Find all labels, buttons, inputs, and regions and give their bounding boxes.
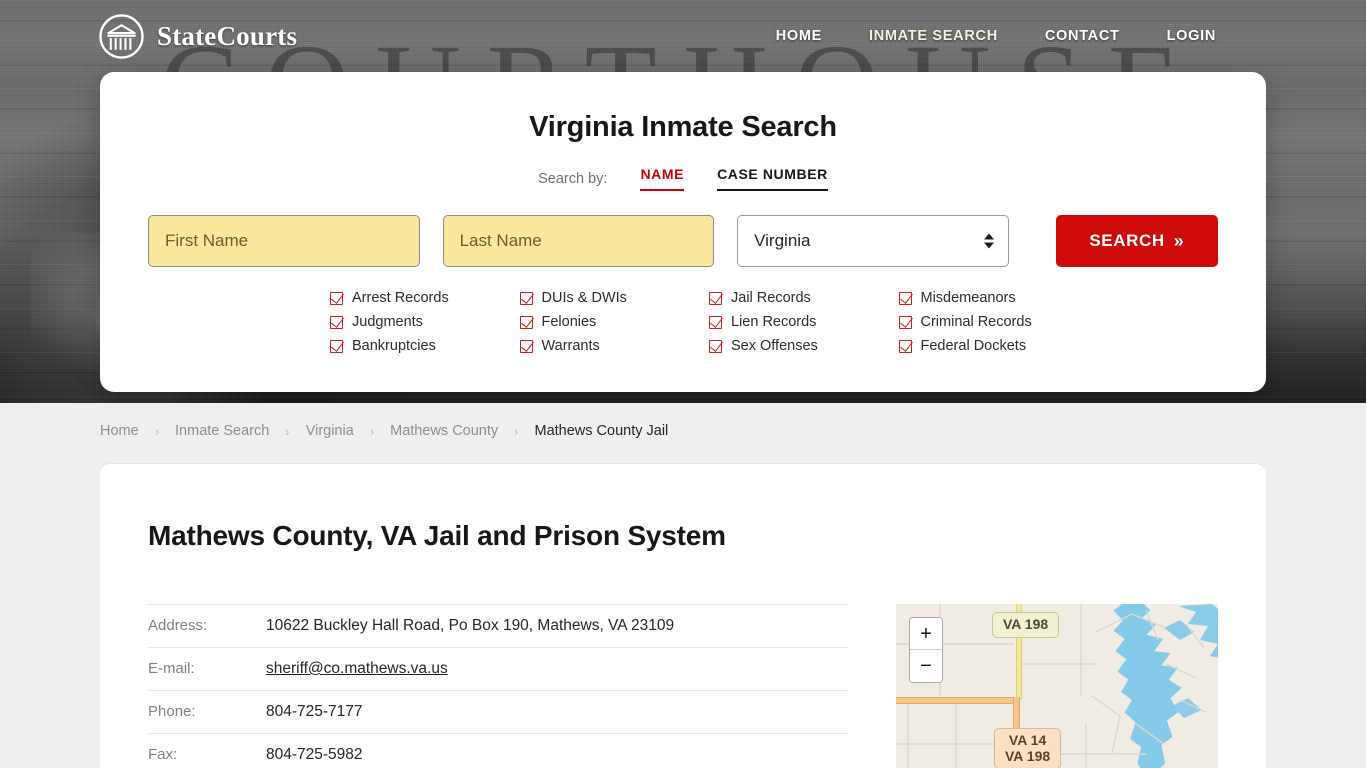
- map-zoom-controls: + −: [909, 617, 943, 683]
- chevron-right-icon: ›: [514, 423, 519, 439]
- breadcrumb: Home › Inmate Search › Virginia › Mathew…: [0, 403, 1366, 459]
- search-by-label: Search by:: [538, 170, 608, 187]
- checkbox-checked-icon: [898, 291, 912, 305]
- map-zoom-out-button[interactable]: −: [910, 650, 942, 682]
- record-type-criminal-records[interactable]: Criminal Records: [898, 314, 1089, 330]
- info-label-fax: Fax:: [148, 746, 178, 763]
- record-type-label: DUIs & DWIs: [541, 290, 627, 306]
- record-type-lien-records[interactable]: Lien Records: [709, 314, 899, 330]
- nav-item-contact[interactable]: CONTACT: [1045, 28, 1120, 44]
- chevron-right-icon: ›: [370, 423, 374, 439]
- info-value-fax: 804-725-5982: [266, 746, 363, 763]
- table-row: Phone: 804-725-7177: [148, 691, 848, 734]
- record-type-label: Felonies: [541, 314, 597, 330]
- record-type-label: Warrants: [541, 338, 600, 354]
- nav-item-inmate-search[interactable]: INMATE SEARCH: [869, 28, 998, 44]
- record-type-arrest-records[interactable]: Arrest Records: [330, 290, 520, 306]
- inmate-search-card: Virginia Inmate Search Search by: NAME C…: [100, 72, 1266, 392]
- page-title: Mathews County, VA Jail and Prison Syste…: [148, 520, 726, 551]
- facility-details-row: Address: 10622 Buckley Hall Road, Po Box…: [148, 604, 1218, 768]
- record-type-jail-records[interactable]: Jail Records: [709, 290, 899, 306]
- info-value-phone: 804-725-7177: [266, 703, 363, 720]
- info-label-phone: Phone:: [148, 703, 196, 720]
- nav-item-login[interactable]: LOGIN: [1167, 28, 1216, 44]
- breadcrumb-item-virginia[interactable]: Virginia: [306, 423, 354, 439]
- table-row: Fax: 804-725-5982: [148, 734, 848, 768]
- record-type-label: Lien Records: [731, 314, 817, 330]
- record-type-label: Judgments: [352, 314, 423, 330]
- checkbox-checked-icon: [898, 315, 912, 329]
- map-label-line1: VA 14: [1008, 732, 1047, 748]
- chevron-right-icon: ›: [285, 423, 290, 439]
- table-row: Address: 10622 Buckley Hall Road, Po Box…: [148, 604, 848, 648]
- record-type-duis-dwis[interactable]: DUIs & DWIs: [519, 290, 710, 306]
- checkbox-checked-icon: [519, 315, 533, 329]
- checkbox-checked-icon: [709, 315, 722, 329]
- breadcrumb-item-current: Mathews County Jail: [534, 423, 669, 439]
- search-submit-button[interactable]: SEARCH »: [1055, 215, 1218, 267]
- record-type-checklist: Arrest Records DUIs & DWIs Jail Records …: [148, 290, 1218, 354]
- record-type-label: Arrest Records: [352, 290, 449, 306]
- table-row: E-mail: sheriff@co.mathews.va.us: [148, 648, 848, 691]
- info-value-address: 10622 Buckley Hall Road, Po Box 190, Mat…: [266, 617, 675, 634]
- location-map[interactable]: VA 198 VA 14 VA 198 + −: [896, 604, 1218, 768]
- state-select[interactable]: Virginia: [737, 215, 1009, 267]
- state-select-value: Virginia: [754, 231, 811, 250]
- top-bar: StateCourts HOME INMATE SEARCH CONTACT L…: [0, 0, 1366, 72]
- content-card: Mathews County, VA Jail and Prison Syste…: [100, 464, 1266, 768]
- breadcrumb-item-home[interactable]: Home: [100, 423, 139, 439]
- map-label-va-198: VA 198: [992, 612, 1060, 638]
- tab-search-by-name[interactable]: NAME: [640, 166, 685, 191]
- map-label-va-14-198: VA 14 VA 198: [994, 728, 1062, 768]
- breadcrumb-item-mathews-county[interactable]: Mathews County: [390, 423, 498, 439]
- chevron-updown-icon: [983, 233, 994, 249]
- record-type-label: Federal Dockets: [920, 338, 1027, 354]
- checkbox-checked-icon: [330, 291, 343, 305]
- checkbox-checked-icon: [898, 339, 912, 353]
- tab-search-by-case-number[interactable]: CASE NUMBER: [717, 166, 828, 191]
- record-type-label: Sex Offenses: [731, 338, 818, 354]
- breadcrumb-item-inmate-search[interactable]: Inmate Search: [175, 423, 269, 439]
- search-card-title: Virginia Inmate Search: [529, 111, 837, 143]
- record-type-warrants[interactable]: Warrants: [519, 338, 710, 354]
- record-type-misdemeanors[interactable]: Misdemeanors: [898, 290, 1089, 306]
- map-route-va14-horizontal: [896, 697, 1020, 704]
- search-mode-tabs: Search by: NAME CASE NUMBER: [148, 166, 1218, 191]
- record-type-label: Misdemeanors: [920, 290, 1016, 306]
- first-name-input[interactable]: [148, 215, 420, 267]
- facility-info-table: Address: 10622 Buckley Hall Road, Po Box…: [148, 604, 848, 768]
- last-name-input[interactable]: [442, 215, 715, 267]
- record-type-federal-dockets[interactable]: Federal Dockets: [898, 338, 1089, 354]
- record-type-judgments[interactable]: Judgments: [330, 314, 520, 330]
- map-zoom-in-button[interactable]: +: [910, 618, 942, 650]
- brand-name: StateCourts: [157, 20, 298, 51]
- main-navigation: HOME INMATE SEARCH CONTACT LOGIN: [776, 28, 1216, 44]
- search-form: Virginia SEARCH »: [148, 215, 1218, 267]
- record-type-label: Bankruptcies: [352, 338, 436, 354]
- checkbox-checked-icon: [709, 291, 722, 305]
- checkbox-checked-icon: [330, 339, 343, 353]
- info-label-address: Address:: [148, 617, 208, 634]
- courthouse-circle-icon: [98, 13, 145, 60]
- checkbox-checked-icon: [330, 315, 343, 329]
- info-value-email-link[interactable]: sheriff@co.mathews.va.us: [266, 660, 448, 677]
- info-label-email: E-mail:: [148, 660, 195, 677]
- record-type-felonies[interactable]: Felonies: [519, 314, 710, 330]
- record-type-label: Criminal Records: [920, 314, 1032, 330]
- nav-item-home[interactable]: HOME: [776, 28, 822, 44]
- checkbox-checked-icon: [519, 291, 533, 305]
- double-chevron-right-icon: »: [1173, 230, 1185, 251]
- record-type-sex-offenses[interactable]: Sex Offenses: [709, 338, 899, 354]
- chevron-right-icon: ›: [154, 423, 159, 439]
- record-type-bankruptcies[interactable]: Bankruptcies: [330, 338, 520, 354]
- search-submit-label: SEARCH: [1089, 231, 1165, 250]
- map-label-line2: VA 198: [1005, 747, 1051, 764]
- checkbox-checked-icon: [709, 339, 722, 353]
- checkbox-checked-icon: [519, 339, 533, 353]
- record-type-label: Jail Records: [731, 290, 811, 306]
- hero-header: COURTHOUSE StateCourts HOME INMATE S: [0, 0, 1366, 403]
- brand-logo-link[interactable]: StateCourts: [98, 13, 297, 60]
